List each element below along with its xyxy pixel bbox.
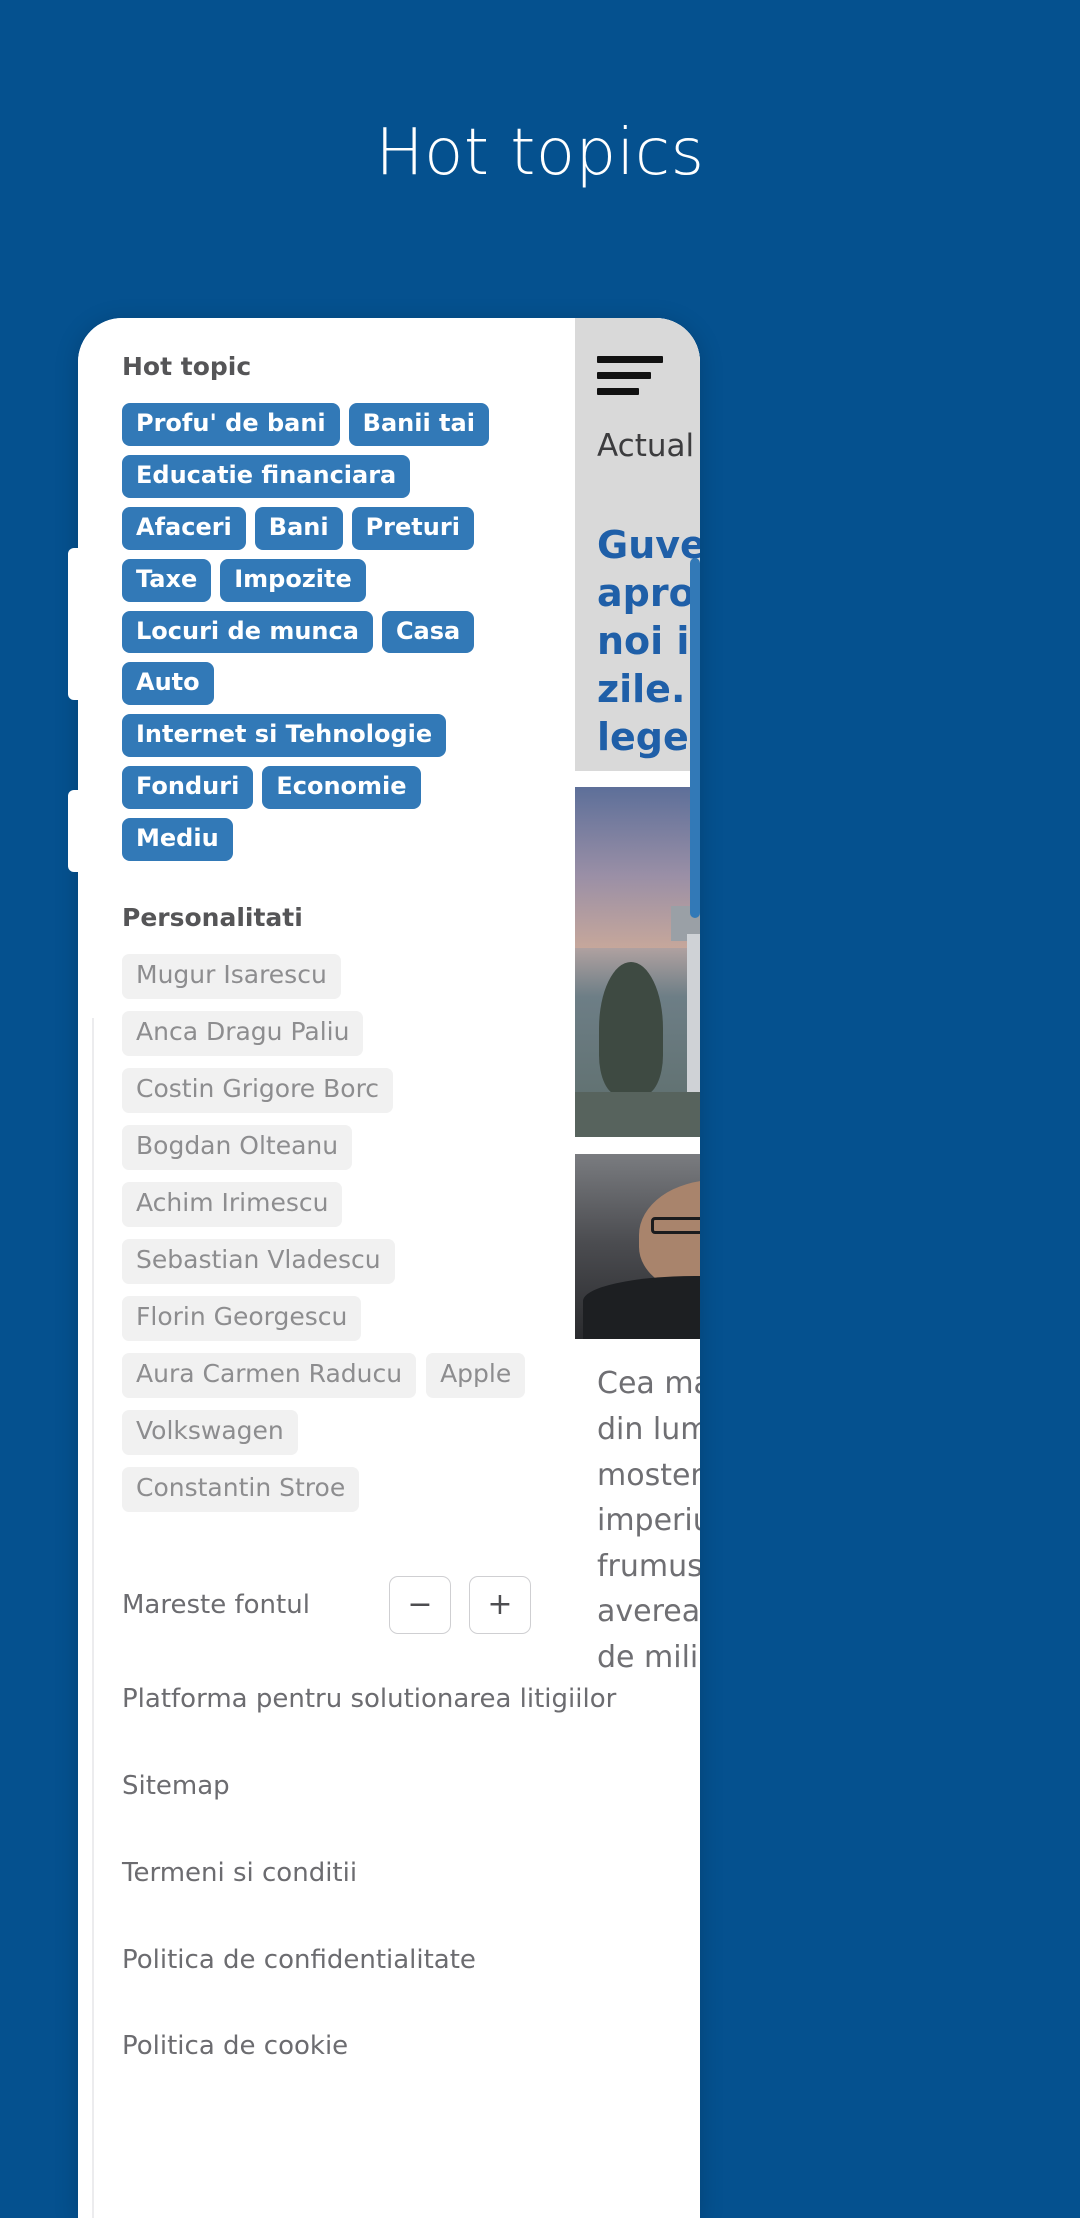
hot-topic-chip[interactable]: Afaceri: [122, 506, 246, 550]
article-panel: Actual Guvernul a aprobat locuinte noi i…: [575, 318, 700, 2218]
hot-topic-chip[interactable]: Banii tai: [348, 403, 489, 446]
article-headline[interactable]: Guvernul a aprobat locuinte noi in ultim…: [575, 498, 700, 772]
footer-link[interactable]: Politica de confidentialitate: [122, 1917, 531, 2004]
font-size-label: Mareste fontul: [122, 1589, 310, 1620]
font-size-row: Mareste fontul − +: [122, 1575, 531, 1634]
personalitate-chip[interactable]: Constantin Stroe: [122, 1466, 360, 1512]
font-increase-button[interactable]: +: [469, 1575, 531, 1634]
footer-link-list: Platforma pentru solutionarea litigiilor…: [122, 1656, 616, 2090]
footer-link[interactable]: Sitemap: [122, 1743, 531, 1830]
article-portrait-image: [575, 1154, 700, 1340]
personalitate-chip[interactable]: Mugur Isarescu: [122, 953, 341, 999]
personalitate-chip[interactable]: Florin Georgescu: [122, 1295, 362, 1341]
personalitate-chip[interactable]: Aura Carmen Raducu: [122, 1352, 417, 1398]
hot-topic-chip[interactable]: Taxe: [122, 558, 212, 602]
hot-topic-chip[interactable]: Casa: [381, 610, 475, 654]
hot-topic-chip[interactable]: Profu' de bani: [122, 403, 340, 446]
hot-topic-chip[interactable]: Preturi: [351, 506, 474, 550]
hot-topic-chip[interactable]: Impozite: [220, 558, 366, 602]
hot-topic-chip[interactable]: Locuri de munca: [122, 610, 373, 654]
hot-topic-heading: Hot topic: [122, 352, 252, 381]
footer-link[interactable]: Politica de cookie: [122, 2003, 531, 2090]
article-hero-image: [575, 787, 700, 1138]
hot-topic-chip[interactable]: Educatie financiara: [122, 454, 411, 498]
personalitate-chip[interactable]: Apple: [426, 1352, 526, 1398]
personalitate-chip[interactable]: Costin Grigore Borc: [122, 1067, 394, 1113]
personalitati-heading: Personalitati: [122, 902, 303, 932]
drawer-left-divider: [92, 1018, 94, 2218]
article-body-text: Cea mai bogata femeie din lume in 2020, …: [597, 1366, 700, 1675]
personalitate-chip[interactable]: Volkswagen: [122, 1409, 298, 1455]
font-size-controls: − +: [389, 1575, 531, 1634]
hot-topic-chip[interactable]: Fonduri: [122, 766, 254, 809]
personalitate-chip[interactable]: Anca Dragu Paliu: [122, 1010, 364, 1056]
personalitate-chip[interactable]: Achim Irimescu: [122, 1181, 343, 1227]
personalitate-chip[interactable]: Sebastian Vladescu: [122, 1238, 395, 1284]
article-topbar: Actual: [575, 318, 700, 498]
hot-topic-chip[interactable]: Economie: [262, 766, 421, 809]
hamburger-icon[interactable]: [597, 356, 663, 396]
hot-topic-chip[interactable]: Bani: [254, 506, 343, 550]
tab-actual[interactable]: Actual: [597, 428, 694, 464]
footer-link[interactable]: Platforma pentru solutionarea litigiilor: [122, 1656, 616, 1743]
personalitati-chip-list: Mugur Isarescu Anca Dragu Paliu Costin Gri…: [122, 953, 531, 1512]
scrollbar-thumb[interactable]: [690, 558, 700, 918]
hot-topic-chip[interactable]: Auto: [122, 662, 214, 706]
hot-topic-chip[interactable]: Internet si Tehnologie: [122, 714, 447, 758]
font-decrease-button[interactable]: −: [389, 1575, 451, 1634]
hot-topic-chip-list: Profu' de bani Banii tai Educatie financia…: [122, 403, 531, 861]
side-drawer: Hot topic Profu' de bani Banii tai Educati…: [78, 318, 616, 2218]
hot-topic-chip[interactable]: Mediu: [122, 818, 233, 861]
page-title: Hot topics: [375, 116, 705, 190]
personalitate-chip[interactable]: Bogdan Olteanu: [122, 1124, 353, 1170]
footer-link[interactable]: Termeni si conditii: [122, 1830, 531, 1917]
phone-mockup: Actual Guvernul a aprobat locuinte noi i…: [78, 318, 700, 2218]
